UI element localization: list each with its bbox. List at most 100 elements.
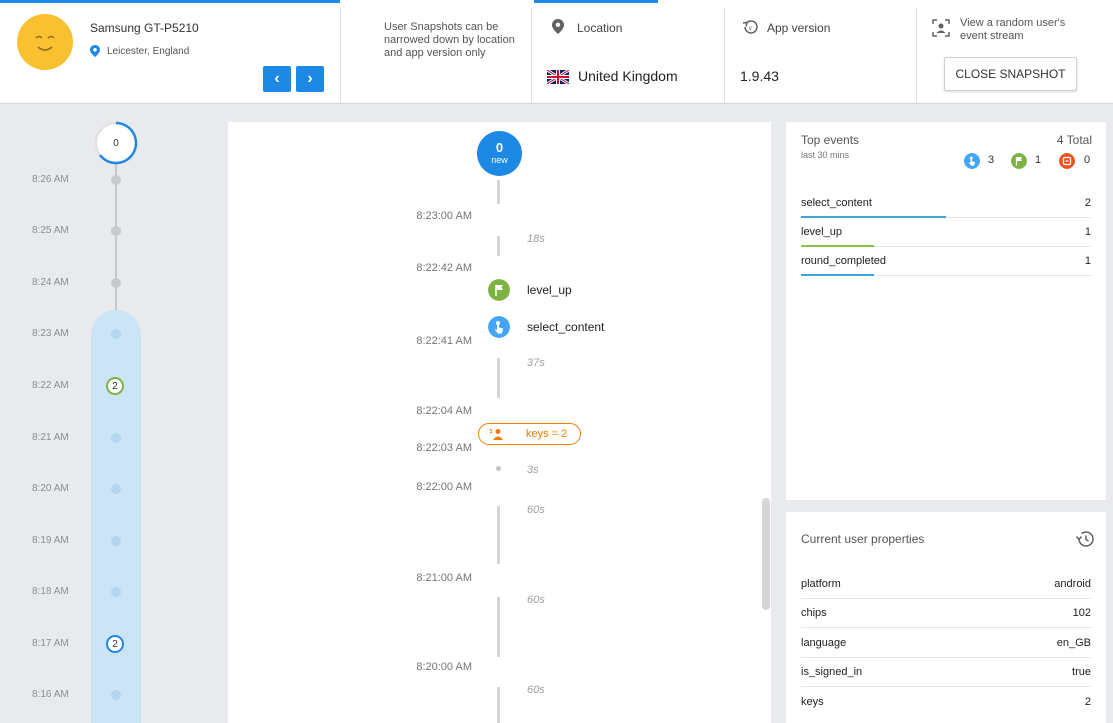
new-events-count: 0 [495, 140, 504, 155]
event-name[interactable]: select_content [527, 320, 604, 334]
next-user-button[interactable]: › [296, 66, 324, 92]
property-key: is_signed_in [801, 666, 863, 678]
timeline-count-badge[interactable]: 2 [106, 377, 124, 395]
user-property-row: keys 2 [801, 687, 1091, 716]
stream-time: 8:22:42 AM [416, 262, 472, 274]
timeline-time: 8:18 AM [32, 586, 69, 597]
random-user-icon [932, 19, 950, 37]
user-property-row: platform android [801, 569, 1091, 599]
top-event-count: 1 [1084, 226, 1091, 238]
stream-time: 8:23:00 AM [416, 210, 472, 222]
stream-time: 8:22:00 AM [416, 481, 472, 493]
property-key: keys [801, 696, 824, 708]
top-event-row[interactable]: round_completed 1 [801, 246, 1091, 276]
timeline-time: 8:16 AM [32, 689, 69, 700]
timeline-dot[interactable] [111, 433, 121, 443]
round-completed-count-icon [1059, 153, 1075, 169]
top-event-row[interactable]: select_content 2 [801, 188, 1091, 218]
header-divider [916, 8, 917, 104]
location-pin-icon [90, 45, 100, 57]
location-label: Location [577, 21, 623, 35]
stream-segment [497, 597, 500, 657]
timeline-time: 8:17 AM [32, 638, 69, 649]
timeline-dot[interactable] [111, 587, 121, 597]
timeline-dot[interactable] [111, 175, 121, 185]
new-events-label: new [491, 155, 508, 165]
stream-segment [497, 506, 500, 564]
stream-scrollbar[interactable] [762, 498, 770, 610]
stream-segment [497, 358, 500, 398]
timeline-time: 8:25 AM [32, 225, 69, 236]
random-user-text: View a random user's event stream [960, 17, 1066, 42]
stream-segment [497, 236, 500, 256]
location-value: United Kingdom [578, 68, 678, 84]
timeline-dot[interactable] [111, 690, 121, 700]
device-location: Leicester, England [107, 46, 190, 57]
user-avatar [17, 14, 73, 70]
timeline-dot[interactable] [111, 226, 121, 236]
timeline-time: 8:20 AM [32, 483, 69, 494]
event-name[interactable]: level_up [527, 283, 572, 297]
select-content-touch-icon[interactable] [488, 316, 510, 338]
select-content-count-icon [964, 153, 980, 169]
app-version-icon: v [742, 20, 758, 34]
property-value: 102 [1072, 607, 1091, 619]
close-snapshot-button[interactable]: CLOSE SNAPSHOT [944, 57, 1077, 91]
user-property-change-pill[interactable]: keys = 2 [478, 423, 581, 445]
top-event-count: 1 [1084, 255, 1091, 267]
stream-duration: 60s [527, 594, 545, 606]
timeline-dot[interactable] [111, 329, 121, 339]
app-version-label: App version [767, 21, 831, 35]
stream-time: 8:21:00 AM [416, 572, 472, 584]
timeline-dot[interactable] [111, 278, 121, 288]
user-property-row: chips 102 [801, 598, 1091, 628]
stream-time: 8:22:41 AM [416, 335, 472, 347]
svg-text:v: v [749, 25, 753, 32]
header-accent-line [0, 0, 340, 3]
stream-duration: 3s [527, 464, 539, 476]
property-value: true [1072, 666, 1091, 678]
user-properties-title: Current user properties [801, 532, 925, 546]
property-value: android [1054, 578, 1091, 590]
round-completed-count: 0 [1084, 154, 1091, 166]
timeline-top-count-value: 0 [113, 138, 119, 149]
header-accent-line [534, 0, 658, 3]
property-value: 2 [1084, 696, 1091, 708]
top-events-title: Top events [801, 133, 860, 147]
select-content-count: 3 [988, 154, 995, 166]
timeline-time: 8:21 AM [32, 432, 69, 443]
prev-user-button[interactable]: ‹ [263, 66, 291, 92]
stream-duration: 37s [527, 357, 545, 369]
new-events-bubble[interactable]: 0 new [477, 131, 522, 176]
header-divider [531, 8, 532, 104]
stream-duration: 60s [527, 684, 545, 696]
location-icon [552, 19, 564, 34]
top-event-count: 2 [1084, 197, 1091, 209]
user-property-row: language en_GB [801, 628, 1091, 658]
stream-time: 8:20:00 AM [416, 661, 472, 673]
level-up-count: 1 [1035, 154, 1042, 166]
timeline-dot[interactable] [111, 484, 121, 494]
stream-time: 8:22:03 AM [416, 442, 472, 454]
snapshot-header: Samsung GT-P5210 Leicester, England ‹ › … [0, 0, 1113, 104]
top-events-panel [786, 122, 1106, 500]
timeline-time: 8:19 AM [32, 535, 69, 546]
top-event-row[interactable]: level_up 1 [801, 217, 1091, 247]
stream-segment [497, 180, 500, 204]
level-up-count-icon [1011, 153, 1027, 169]
timeline-time: 8:24 AM [32, 277, 69, 288]
level-up-flag-icon[interactable] [488, 279, 510, 301]
property-key: chips [801, 607, 827, 619]
top-event-bar [801, 274, 874, 276]
top-events-subtitle: last 30 mins [801, 150, 850, 160]
timeline-count-badge[interactable]: 2 [106, 635, 124, 653]
history-icon[interactable] [1074, 530, 1094, 548]
property-key: language [801, 637, 847, 649]
timeline-selected-range[interactable] [91, 310, 141, 723]
user-property-icon [489, 428, 503, 440]
timeline-time: 8:22 AM [32, 380, 69, 391]
keys-change-label: keys = 2 [526, 428, 568, 440]
header-divider [724, 8, 725, 104]
top-event-name: level_up [801, 226, 842, 238]
timeline-dot[interactable] [111, 536, 121, 546]
